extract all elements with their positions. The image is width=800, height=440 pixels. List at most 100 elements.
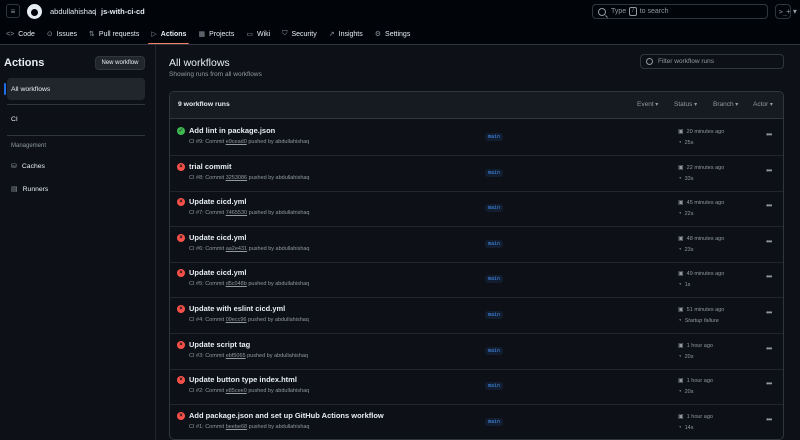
table-row[interactable]: × trial commit CI #8: Commit 3253086 pushe… <box>170 156 783 192</box>
pushed-by: pushed by abdullahishaq <box>248 388 310 395</box>
branch-badge[interactable]: main <box>485 239 504 248</box>
more-options-icon[interactable]: ••• <box>766 166 772 175</box>
new-workflow-button[interactable]: New workflow <box>95 56 145 70</box>
commit-sha-link[interactable]: e9cead0 <box>226 139 247 145</box>
global-search-input[interactable]: Type / to search <box>592 4 768 19</box>
run-meta: CI #1: Commit beebe68 pushed by abdullah… <box>189 424 310 430</box>
tab-settings[interactable]: ⚙ Settings <box>369 25 417 43</box>
run-title-link[interactable]: Update button type index.html <box>189 375 297 384</box>
commit-sha-link[interactable]: aa2e431 <box>226 246 247 252</box>
run-time: ▣ 51 minutes ago <box>678 306 724 313</box>
run-duration-text: 23s <box>684 246 694 253</box>
run-meta: CI #8: Commit 3253086 pushed by abdullah… <box>189 175 310 181</box>
run-number: CI #9: Commit <box>189 139 225 145</box>
run-time: ▣ 20 minutes ago <box>678 128 724 135</box>
more-options-icon[interactable]: ••• <box>766 379 772 388</box>
run-title-link[interactable]: Update script tag <box>189 340 250 349</box>
branch-badge[interactable]: main <box>485 204 504 213</box>
run-title-link[interactable]: Add package.json and set up GitHub Actio… <box>189 411 384 420</box>
tab-insights[interactable]: ↗ Insights <box>323 25 369 43</box>
more-options-icon[interactable]: ••• <box>766 344 772 353</box>
sidebar-item-ci[interactable]: CI <box>7 108 145 130</box>
table-row[interactable]: × Update cicd.yml CI #6: Commit aa2e431 pu… <box>170 227 783 263</box>
sidebar-item-caches[interactable]: ⛁ Caches <box>7 155 145 177</box>
run-title-link[interactable]: Update cicd.yml <box>189 268 247 277</box>
run-title-link[interactable]: Update cicd.yml <box>189 233 247 242</box>
sidebar-border <box>155 45 156 440</box>
stopwatch-icon: ◔ <box>678 175 682 182</box>
branch-badge[interactable]: main <box>485 417 504 426</box>
server-icon: ▤ <box>11 186 18 193</box>
run-time: ▣ 49 minutes ago <box>678 270 724 277</box>
x-circle-icon: × <box>177 233 185 242</box>
github-logo-icon[interactable] <box>27 4 42 19</box>
menu-icon[interactable]: ≡ <box>6 4 20 18</box>
branch-badge[interactable]: main <box>485 346 504 355</box>
table-row[interactable]: × Add package.json and set up GitHub Acti… <box>170 405 783 439</box>
commit-sha-link[interactable]: 09ecc96 <box>226 317 247 323</box>
run-number: CI #1: Commit <box>189 423 225 430</box>
run-title-link[interactable]: Add lint in package.json <box>189 126 275 135</box>
repo-name-link[interactable]: js-with-ci-cd <box>101 7 145 16</box>
tab-projects[interactable]: ▦ Projects <box>192 25 240 43</box>
branch-badge[interactable]: main <box>485 382 504 391</box>
tab-code[interactable]: <> Code <box>0 25 41 43</box>
table-row[interactable]: × Update cicd.yml CI #7: Commit 7465530 pu… <box>170 191 783 228</box>
table-row[interactable]: × Update script tag CI #3: Commit ebf5065 … <box>170 334 783 370</box>
tab-label: Wiki <box>256 30 271 38</box>
run-number: CI #2: Commit <box>189 388 225 395</box>
stopwatch-icon: ◔ <box>678 211 682 218</box>
filter-runs-input[interactable]: Filter workflow runs <box>640 54 784 69</box>
sidebar-item-all-workflows[interactable]: All workflows <box>4 78 145 100</box>
commit-sha-link[interactable]: e85cee0 <box>226 388 247 394</box>
header-divider <box>0 44 800 45</box>
more-options-icon[interactable]: ••• <box>766 201 772 210</box>
commit-sha-link[interactable]: 3253086 <box>226 175 247 181</box>
x-circle-icon: × <box>177 198 185 207</box>
search-icon <box>646 58 653 65</box>
search-icon <box>598 7 606 16</box>
actor-filter-dropdown[interactable]: Actor <box>753 101 773 108</box>
create-new-button[interactable]: + ▾ <box>783 4 800 19</box>
run-title-link[interactable]: Update cicd.yml <box>189 197 247 206</box>
tab-issues[interactable]: ⊙ Issues <box>41 25 83 43</box>
tab-security[interactable]: ⛉ Security <box>276 25 323 43</box>
event-filter-dropdown[interactable]: Event <box>637 101 658 108</box>
commit-sha-link[interactable]: beebe68 <box>226 424 247 430</box>
run-title-link[interactable]: Update with eslint cicd.yml <box>189 304 285 313</box>
more-options-icon[interactable]: ••• <box>766 308 772 317</box>
tab-wiki[interactable]: ▭ Wiki <box>240 25 276 43</box>
table-row[interactable]: × Update with eslint cicd.yml CI #4: Commi… <box>170 298 783 334</box>
calendar-icon: ▣ <box>678 307 684 313</box>
more-options-icon[interactable]: ••• <box>766 130 772 139</box>
run-title-link[interactable]: trial commit <box>189 162 232 171</box>
branch-filter-dropdown[interactable]: Branch <box>713 101 738 108</box>
more-options-icon[interactable]: ••• <box>766 237 772 246</box>
branch-badge[interactable]: main <box>485 133 504 141</box>
repo-owner-link[interactable]: abdullahishaq <box>50 7 96 16</box>
more-options-icon[interactable]: ••• <box>766 415 772 424</box>
more-options-icon[interactable]: ••• <box>766 272 772 281</box>
graph-icon: ↗ <box>328 31 335 38</box>
sidebar-item-runners[interactable]: ▤ Runners <box>7 178 145 200</box>
table-header: 9 workflow runs Event Status Branch Acto… <box>170 92 783 119</box>
branch-badge[interactable]: main <box>485 311 504 319</box>
table-row[interactable]: × Update button type index.html CI #2: Com… <box>170 369 783 406</box>
branch-badge[interactable]: main <box>485 275 504 284</box>
stopwatch-icon: ◔ <box>678 140 682 146</box>
commit-sha-link[interactable]: ebf5065 <box>226 353 246 359</box>
commit-sha-link[interactable]: 7465530 <box>226 210 247 216</box>
status-filter-dropdown[interactable]: Status <box>674 101 697 108</box>
stopwatch-icon: ◔ <box>678 282 682 289</box>
commit-sha-link[interactable]: d5c048b <box>226 281 247 287</box>
sidebar-section-label: Management <box>11 143 47 149</box>
x-circle-icon: × <box>177 340 185 349</box>
run-duration: ◔ 20s <box>678 354 694 360</box>
tab-label: Insights <box>338 30 363 38</box>
tab-pull-requests[interactable]: ⇅ Pull requests <box>83 25 145 43</box>
page-title: All workflows <box>169 57 230 69</box>
table-row[interactable]: ✓ Add lint in package.json CI #9: Commit e… <box>170 120 783 156</box>
tab-actions[interactable]: ▷ Actions <box>145 25 192 45</box>
branch-badge[interactable]: main <box>485 168 504 177</box>
table-row[interactable]: × Update cicd.yml CI #5: Commit d5c048b pu… <box>170 262 783 299</box>
